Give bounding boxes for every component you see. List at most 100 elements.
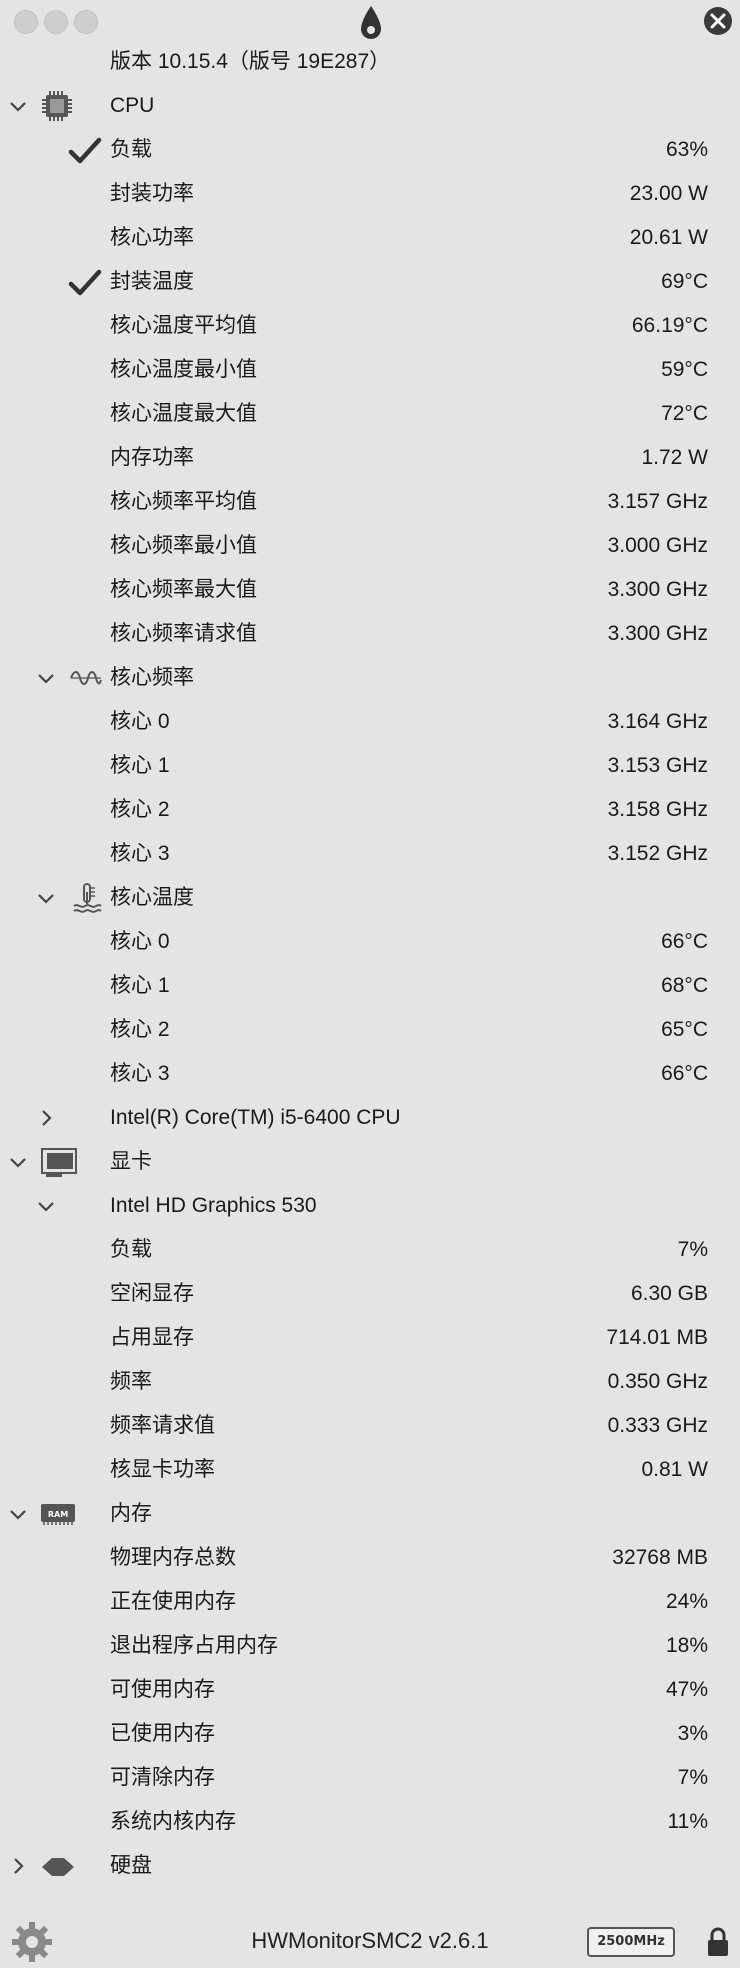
sensor-row[interactable]: 退出程序占用内存 18% (0, 1624, 740, 1668)
sensor-value: 3.157 GHz (607, 490, 708, 513)
sensor-label: 核心温度最小值 (110, 358, 257, 381)
group-header-core-temperature[interactable]: 核心温度 (0, 876, 740, 920)
sensor-value: 3.164 GHz (607, 710, 708, 733)
sensor-row[interactable]: 核心频率平均值 3.157 GHz (0, 480, 740, 524)
chevron-down-icon[interactable] (36, 1196, 56, 1216)
sensor-row[interactable]: 封装温度 69°C (0, 260, 740, 304)
chevron-down-icon[interactable] (8, 96, 28, 116)
sensor-label: 核心频率平均值 (110, 490, 257, 513)
group-label: 核心温度 (110, 886, 194, 909)
sensor-row[interactable]: 可使用内存 47% (0, 1668, 740, 1712)
sensor-label: 核心温度最大值 (110, 402, 257, 425)
sensor-row[interactable]: 正在使用内存 24% (0, 1580, 740, 1624)
sensor-row[interactable]: 核心 1 68°C (0, 964, 740, 1008)
lock-icon[interactable] (705, 1926, 731, 1958)
sensor-value: 3.152 GHz (607, 842, 708, 865)
sensor-value: 714.01 MB (606, 1326, 708, 1349)
sensor-value: 1.72 W (641, 446, 708, 469)
ram-icon-text: RAM (48, 1510, 68, 1519)
drop-icon (361, 6, 381, 39)
group-header-core-frequency[interactable]: 核心频率 (0, 656, 740, 700)
section-header-cpu[interactable]: CPU (0, 84, 740, 128)
footer-bar: HWMonitorSMC2 v2.6.1 2500MHz (0, 1918, 740, 1968)
sensor-row[interactable]: 核心功率 20.61 W (0, 216, 740, 260)
section-header-gpu[interactable]: 显卡 (0, 1140, 740, 1184)
sensor-row[interactable]: 频率请求值 0.333 GHz (0, 1404, 740, 1448)
sensor-row[interactable]: 占用显存 714.01 MB (0, 1316, 740, 1360)
section-label-disk: 硬盘 (110, 1854, 152, 1877)
sensor-value: 6.30 GB (630, 1282, 708, 1305)
sensor-row[interactable]: 核心 2 3.158 GHz (0, 788, 740, 832)
sensor-row[interactable]: 负载 7% (0, 1228, 740, 1272)
sensor-value: 72°C (661, 402, 708, 425)
chevron-right-icon[interactable] (36, 1108, 56, 1128)
section-header-disk[interactable]: 硬盘 (0, 1844, 740, 1888)
close-icon[interactable] (703, 6, 733, 36)
sensor-value: 7% (677, 1238, 708, 1261)
section-label-cpu: CPU (110, 94, 155, 117)
sensor-value: 32768 MB (612, 1546, 708, 1569)
wave-icon (70, 671, 102, 685)
sensor-row[interactable]: 核心 3 3.152 GHz (0, 832, 740, 876)
sensor-value: 23.00 W (629, 182, 708, 205)
sensor-row[interactable]: 系统内核内存 11% (0, 1800, 740, 1844)
sensor-row[interactable]: 核心 0 3.164 GHz (0, 700, 740, 744)
sensor-row[interactable]: 封装功率 23.00 W (0, 172, 740, 216)
section-label-memory: 内存 (110, 1502, 152, 1525)
sensor-row[interactable]: 核心 2 65°C (0, 1008, 740, 1052)
group-header-cpu-model[interactable]: Intel(R) Core(TM) i5-6400 CPU (0, 1096, 740, 1140)
chevron-down-icon[interactable] (8, 1504, 28, 1524)
sensor-label: 空闲显存 (110, 1282, 194, 1305)
group-header-gpu-model[interactable]: Intel HD Graphics 530 (0, 1184, 740, 1228)
sensor-row[interactable]: 核心 3 66°C (0, 1052, 740, 1096)
sensor-value: 68°C (661, 974, 708, 997)
sensor-row[interactable]: 核心 1 3.153 GHz (0, 744, 740, 788)
sensor-label: 频率请求值 (110, 1414, 215, 1437)
sensor-label: 核显卡功率 (110, 1458, 215, 1481)
chevron-down-icon[interactable] (36, 888, 56, 908)
section-header-memory[interactable]: RAM 内存 (0, 1492, 740, 1536)
sensor-row[interactable]: 空闲显存 6.30 GB (0, 1272, 740, 1316)
sensor-label: 退出程序占用内存 (110, 1634, 278, 1657)
sensor-row[interactable]: 核心温度最大值 72°C (0, 392, 740, 436)
checkmark-icon[interactable] (68, 269, 102, 297)
sensor-label: 内存功率 (110, 446, 194, 469)
sensor-row[interactable]: 物理内存总数 32768 MB (0, 1536, 740, 1580)
sensor-value: 3% (677, 1722, 708, 1745)
gpu-card-icon (41, 1148, 77, 1177)
sensor-row[interactable]: 核心温度平均值 66.19°C (0, 304, 740, 348)
sensor-label: 核心 0 (110, 930, 170, 953)
sensor-row[interactable]: 核心温度最小值 59°C (0, 348, 740, 392)
chevron-right-icon[interactable] (8, 1856, 28, 1876)
sensor-row[interactable]: 内存功率 1.72 W (0, 436, 740, 480)
sensor-row[interactable]: 核心 0 66°C (0, 920, 740, 964)
sensor-row[interactable]: 负载 63% (0, 128, 740, 172)
sensor-row[interactable]: 核心频率最大值 3.300 GHz (0, 568, 740, 612)
sensor-value: 11% (667, 1810, 708, 1833)
window-zoom-dot[interactable] (74, 10, 98, 34)
sensor-row[interactable]: 已使用内存 3% (0, 1712, 740, 1756)
sensor-label: 核心频率请求值 (110, 622, 257, 645)
sensor-value: 0.350 GHz (607, 1370, 708, 1393)
sensor-value: 7% (677, 1766, 708, 1789)
sensor-label: 核心温度平均值 (110, 314, 257, 337)
sensor-row[interactable]: 核心频率最小值 3.000 GHz (0, 524, 740, 568)
sensor-row[interactable]: 频率 0.350 GHz (0, 1360, 740, 1404)
sensor-label: 物理内存总数 (110, 1546, 236, 1569)
sensor-value: 69°C (661, 270, 708, 293)
sensor-row[interactable]: 核心频率请求值 3.300 GHz (0, 612, 740, 656)
sensor-value: 0.333 GHz (607, 1414, 708, 1437)
sensor-value: 47% (665, 1678, 708, 1701)
sensor-label: 已使用内存 (110, 1722, 215, 1745)
sensor-row[interactable]: 可清除内存 7% (0, 1756, 740, 1800)
window-minimize-dot[interactable] (44, 10, 68, 34)
chevron-down-icon[interactable] (8, 1152, 28, 1172)
chevron-down-icon[interactable] (36, 668, 56, 688)
title-bar (0, 0, 740, 44)
sensor-value: 3.158 GHz (607, 798, 708, 821)
window-close-dot[interactable] (14, 10, 38, 34)
sensor-row[interactable]: 核显卡功率 0.81 W (0, 1448, 740, 1492)
checkmark-icon[interactable] (68, 137, 102, 165)
frequency-badge[interactable]: 2500MHz (587, 1927, 675, 1957)
version-row: 版本 10.15.4（版号 19E287） (0, 40, 740, 84)
